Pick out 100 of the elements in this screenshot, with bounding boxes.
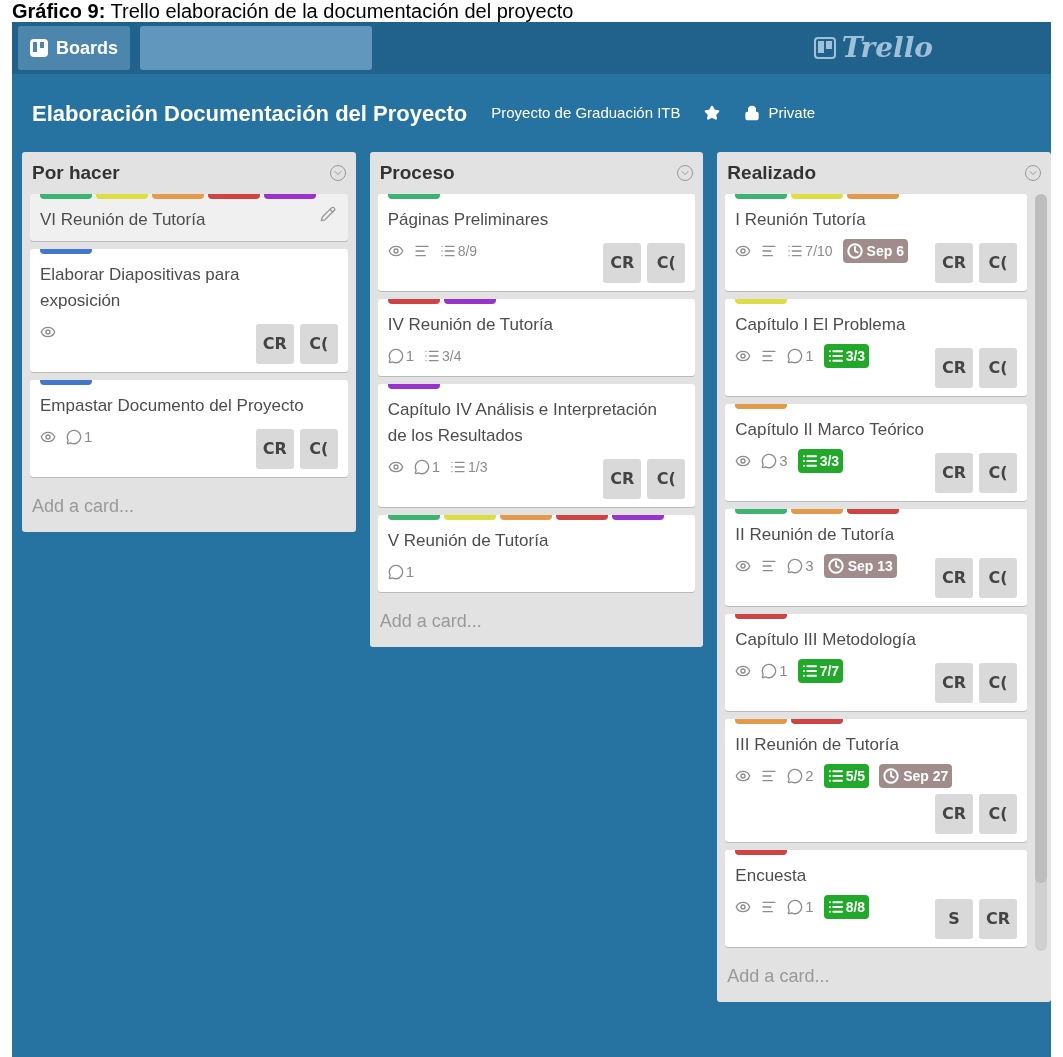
comment-count: 1	[805, 896, 814, 917]
member-avatar[interactable]: CR	[935, 453, 973, 493]
description-icon	[413, 243, 430, 259]
card-title: Capítulo I El Problema	[735, 314, 906, 336]
card[interactable]: III Reunión de Tutoría 2 5/5 Sep 27 CR C(	[725, 719, 1027, 842]
card[interactable]: Capítulo III Metodología 1 7/7 CR C(	[725, 614, 1027, 711]
card-title: VI Reunión de Tutoría	[40, 209, 206, 231]
lock-icon	[744, 105, 761, 121]
member-avatar[interactable]: C(	[647, 459, 686, 499]
member-avatar[interactable]: C(	[979, 794, 1017, 834]
member-avatar[interactable]: CR	[255, 324, 294, 364]
comment-count: 3	[805, 555, 814, 576]
description-icon	[761, 558, 778, 574]
member-avatar[interactable]: CR	[935, 243, 973, 283]
comment-count: 1	[405, 561, 414, 582]
comment-icon	[787, 558, 804, 574]
team-name[interactable]: Proyecto de Graduación ITB	[491, 101, 681, 125]
comment-count: 1	[779, 660, 788, 681]
card[interactable]: Capítulo II Marco Teórico 3 3/3 CR C(	[725, 404, 1027, 501]
card-title: Encuesta	[735, 865, 807, 887]
logo-icon	[813, 37, 836, 59]
comment-icon	[761, 663, 778, 679]
due-date-badge: Sep 27	[879, 764, 953, 788]
checklist-badge: 3/4	[424, 344, 462, 368]
list-title[interactable]: Proceso	[379, 158, 455, 188]
search-field[interactable]	[140, 26, 372, 70]
member-avatar[interactable]: C(	[299, 324, 338, 364]
figure-caption: Gráfico 9: Trello elaboración de la documentación del proyecto	[11, 0, 575, 22]
member-avatar[interactable]: CR	[935, 663, 973, 703]
description-icon	[761, 243, 778, 259]
member-avatar[interactable]: S	[935, 899, 973, 939]
comment-count: 1	[84, 426, 93, 447]
member-avatar[interactable]: C(	[647, 243, 686, 283]
checklist-badge: 1/3	[450, 455, 488, 479]
checklist-badge: 7/10	[787, 239, 833, 263]
card[interactable]: Capítulo IV Análisis e Interpretación de los Resultados 1 1/3 CR C(	[377, 384, 696, 507]
card[interactable]: Empastar Documento del Proyecto 1 CR C(	[30, 380, 348, 477]
card[interactable]: Encuesta 1 8/8 S CR	[725, 850, 1027, 947]
star-icon[interactable]	[704, 105, 721, 121]
checklist-badge: 8/8	[823, 895, 870, 919]
edit-icon[interactable]	[319, 206, 336, 222]
card[interactable]: VI Reunión de Tutoría	[30, 194, 348, 241]
trello-logo[interactable]: Trello	[841, 27, 933, 69]
watch-icon	[735, 768, 752, 784]
member-avatar[interactable]: C(	[979, 663, 1017, 703]
member-avatar[interactable]: CR	[935, 558, 973, 598]
comment-icon	[387, 564, 404, 580]
list-title[interactable]: Realizado	[727, 158, 817, 188]
comment-count: 1	[431, 456, 440, 477]
member-avatar[interactable]: C(	[979, 348, 1017, 388]
list-title[interactable]: Por hacer	[32, 158, 120, 188]
card[interactable]: Páginas Preliminares 8/9 CR C(	[377, 194, 696, 291]
due-date-badge: Sep 13	[823, 554, 897, 578]
description-icon	[761, 768, 778, 784]
card-title: Capítulo II Marco Teórico	[735, 419, 924, 441]
watch-icon	[735, 243, 752, 259]
card[interactable]: I Reunión Tutoría 7/10 Sep 6 CR C(	[725, 194, 1027, 291]
card[interactable]: Capítulo I El Problema 1 3/3 CR C(	[725, 299, 1027, 396]
card-title: Elaborar Diapositivas para exposición	[40, 264, 241, 312]
card[interactable]: Elaborar Diapositivas para exposición CR C(	[30, 249, 348, 372]
watch-icon	[387, 459, 404, 475]
watch-icon	[735, 348, 752, 364]
description-icon	[761, 348, 778, 364]
watch-icon	[735, 453, 752, 469]
watch-icon	[40, 429, 56, 445]
card-title: Capítulo IV Análisis e Interpretación de los Resultados	[387, 399, 658, 447]
watch-icon	[40, 324, 56, 340]
member-avatar[interactable]: CR	[935, 794, 973, 834]
member-avatar[interactable]: CR	[979, 899, 1017, 939]
visibility-label[interactable]: Private	[768, 101, 816, 125]
checklist-badge: 7/7	[797, 659, 844, 683]
member-avatar[interactable]: CR	[603, 459, 642, 499]
card-title: Empastar Documento del Proyecto	[40, 395, 304, 417]
comment-icon	[413, 459, 430, 475]
board-title[interactable]: Elaboración Documentación del Proyecto	[32, 96, 468, 130]
card[interactable]: II Reunión de Tutoría 3 Sep 13 CR C(	[725, 509, 1027, 606]
card-title: IV Reunión de Tutoría	[387, 314, 554, 336]
checklist-badge: 8/9	[439, 239, 478, 263]
comment-count: 2	[805, 765, 814, 786]
member-avatar[interactable]: CR	[935, 348, 973, 388]
card[interactable]: V Reunión de Tutoría 1	[377, 515, 696, 592]
scrollbar[interactable]	[1035, 194, 1047, 951]
comment-count: 1	[805, 345, 814, 366]
boards-button[interactable]: Boards	[18, 26, 130, 70]
comment-count: 3	[779, 450, 788, 471]
comment-icon	[787, 768, 804, 784]
member-avatar[interactable]: C(	[979, 243, 1017, 283]
member-avatar[interactable]: C(	[299, 429, 338, 469]
comment-icon	[787, 899, 804, 915]
card[interactable]: IV Reunión de Tutoría 1 3/4	[377, 299, 696, 376]
comment-count: 1	[405, 345, 414, 366]
comment-icon	[787, 348, 804, 364]
member-avatar[interactable]: C(	[979, 453, 1017, 493]
due-date-badge: Sep 6	[842, 239, 908, 263]
member-avatar[interactable]: C(	[979, 558, 1017, 598]
member-avatar[interactable]: CR	[603, 243, 642, 283]
card-title: II Reunión de Tutoría	[735, 524, 895, 546]
member-avatar[interactable]: CR	[255, 429, 294, 469]
card-title: V Reunión de Tutoría	[387, 530, 549, 552]
watch-icon	[735, 663, 752, 679]
